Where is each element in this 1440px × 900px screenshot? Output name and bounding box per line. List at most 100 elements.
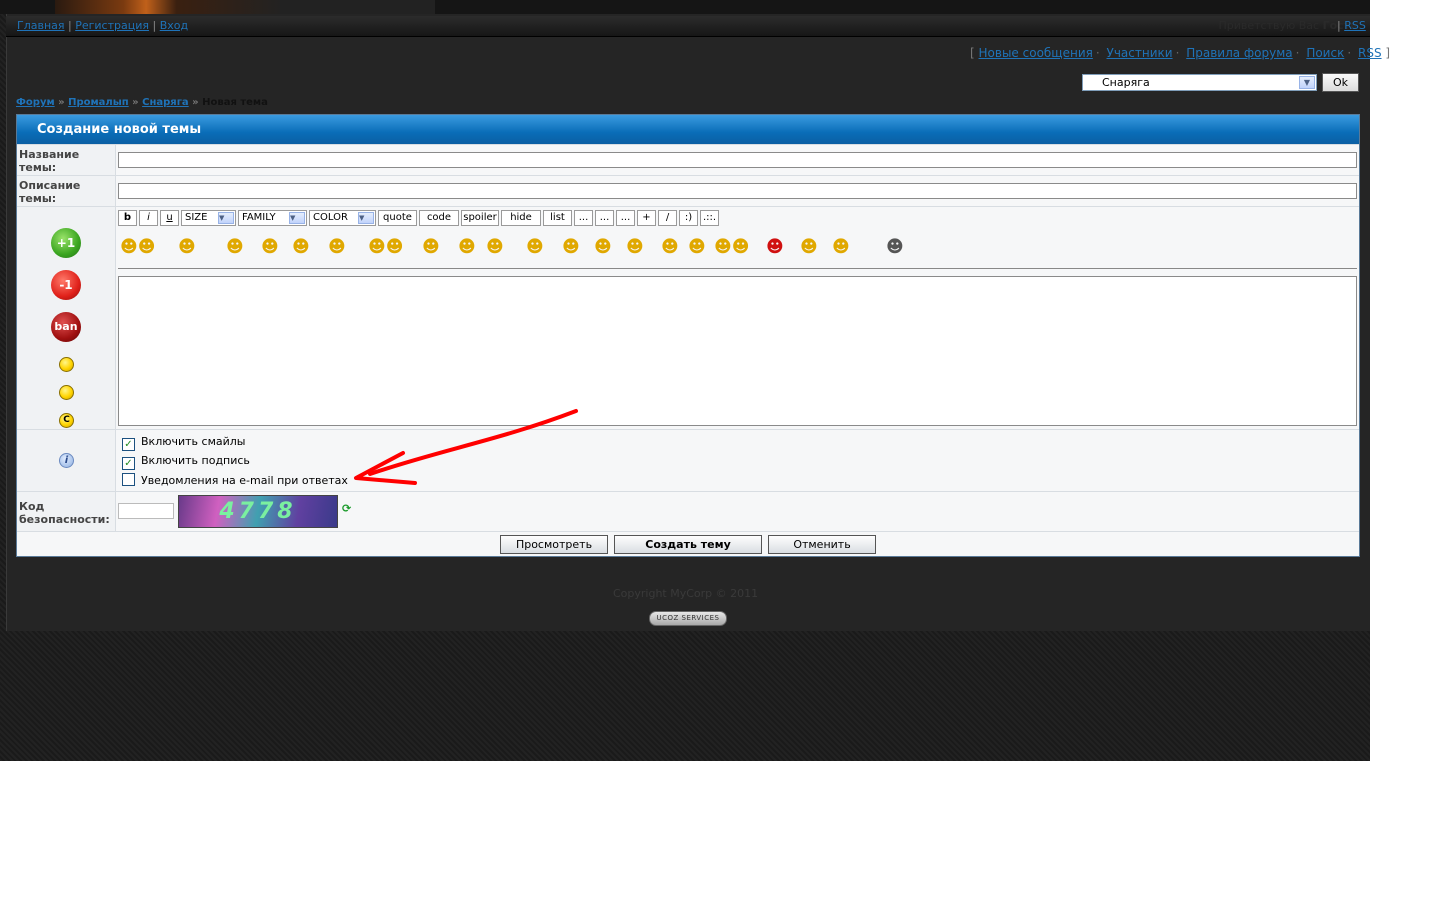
- preview-button[interactable]: Просмотреть: [500, 535, 608, 554]
- translit-button[interactable]: .::.: [700, 210, 719, 226]
- smiley-icon[interactable]: ☻: [226, 237, 244, 257]
- smiley-icon[interactable]: ☻: [328, 237, 346, 257]
- topic-name-row: Название темы:: [17, 144, 1359, 175]
- nav-rules[interactable]: Правила форума: [1186, 46, 1292, 60]
- option-smiles[interactable]: ✓ Включить смайлы: [122, 435, 245, 451]
- crumb-section[interactable]: Промалып: [68, 97, 129, 108]
- hide-button[interactable]: hide: [501, 210, 541, 226]
- info-icon: i: [59, 453, 74, 468]
- captcha-input[interactable]: [118, 503, 174, 519]
- smiley-icon[interactable]: ☻: [526, 237, 544, 257]
- options-side: i: [17, 430, 116, 491]
- color-select[interactable]: COLOR ▼: [309, 210, 376, 226]
- code-button[interactable]: code: [419, 210, 459, 226]
- new-topic-form: Создание новой темы Название темы: Описа…: [16, 114, 1360, 557]
- smile-icon[interactable]: [59, 357, 74, 372]
- smiley-icon[interactable]: ☻: [800, 237, 818, 257]
- top-rss: | RSS: [1337, 19, 1366, 32]
- option-signature[interactable]: ✓ Включить подпись: [122, 454, 250, 470]
- quote-button[interactable]: quote: [378, 210, 417, 226]
- option-email-notify-label: Уведомления на e-mail при ответах: [141, 474, 348, 487]
- email-button[interactable]: ...: [616, 210, 635, 226]
- smiley-icon[interactable]: ☻: [178, 237, 196, 257]
- message-row: +1 -1 ban C b i u SIZE ▼ FAMILY ▼ COLOR ▼ q…: [17, 206, 1359, 429]
- smiley-icon[interactable]: ☻: [626, 237, 644, 257]
- crumb-forum[interactable]: Форум: [16, 97, 55, 108]
- nav-members[interactable]: Участники: [1107, 46, 1173, 60]
- sos-smiley-icon[interactable]: ☻: [886, 237, 904, 257]
- nav-rss[interactable]: RSS: [1358, 46, 1382, 60]
- smiles-button[interactable]: :): [679, 210, 698, 226]
- crumb-subforum[interactable]: Снаряга: [142, 97, 189, 108]
- color-select-label: COLOR: [313, 212, 348, 223]
- ban-icon[interactable]: ban: [51, 312, 81, 342]
- forum-jump-value: Снаряга: [1102, 76, 1150, 89]
- editor-divider: [118, 268, 1357, 269]
- italic-button[interactable]: i: [139, 210, 158, 226]
- captcha-label: Код безопасности:: [17, 492, 116, 531]
- plus-button[interactable]: +: [637, 210, 656, 226]
- smiley-icon[interactable]: ☻☻: [368, 237, 403, 257]
- ucoz-badge[interactable]: UCOZ SERVICES: [649, 611, 727, 626]
- captcha-image: 4778: [178, 495, 338, 528]
- url-button[interactable]: ...: [574, 210, 593, 226]
- nav-search[interactable]: Поиск: [1306, 46, 1344, 60]
- smiley-icon[interactable]: ☻: [832, 237, 850, 257]
- smiley-icon[interactable]: ☻: [661, 237, 679, 257]
- bold-button[interactable]: b: [118, 210, 137, 226]
- link-register[interactable]: Регистрация: [75, 19, 149, 32]
- top-banner: [0, 0, 1370, 14]
- link-login[interactable]: Вход: [160, 19, 188, 32]
- forum-jump-select[interactable]: Снаряга ▼: [1082, 74, 1317, 91]
- chevron-down-icon: ▼: [1299, 76, 1315, 89]
- forum-nav: [ Новые сообщения · Участники · Правила фо…: [970, 46, 1391, 60]
- link-home[interactable]: Главная: [17, 19, 65, 32]
- topic-desc-row: Описание темы:: [17, 175, 1359, 206]
- smiley-icon[interactable]: ☻: [594, 237, 612, 257]
- smiley-icon[interactable]: ☻: [422, 237, 440, 257]
- minus-one-icon[interactable]: -1: [51, 270, 81, 300]
- option-smiles-label: Включить смайлы: [141, 435, 246, 448]
- signature-checkbox[interactable]: ✓: [122, 457, 135, 470]
- smiley-icon[interactable]: ☻: [458, 237, 476, 257]
- plus-one-icon[interactable]: +1: [51, 228, 81, 258]
- smile-icon[interactable]: [59, 385, 74, 400]
- smiley-icon[interactable]: ☻☻: [714, 237, 749, 257]
- nav-bracket-open: [: [970, 46, 975, 60]
- refresh-icon[interactable]: ⟳: [342, 502, 351, 515]
- nav-new-messages[interactable]: Новые сообщения: [979, 46, 1093, 60]
- smiley-icon[interactable]: ☻☻: [120, 237, 155, 257]
- image-button[interactable]: ...: [595, 210, 614, 226]
- create-topic-button[interactable]: Создать тему: [614, 535, 762, 554]
- page: Главная | Регистрация | Вход Приветствую…: [0, 0, 1440, 900]
- family-select-label: FAMILY: [242, 212, 276, 223]
- smiley-icon[interactable]: ☻: [486, 237, 504, 257]
- jump-ok-button[interactable]: Ok: [1322, 73, 1359, 92]
- email-notify-checkbox[interactable]: [122, 473, 135, 486]
- message-textarea[interactable]: [118, 276, 1357, 426]
- cancel-button[interactable]: Отменить: [768, 535, 876, 554]
- copyright-icon[interactable]: C: [59, 413, 74, 428]
- size-select-label: SIZE: [185, 212, 208, 223]
- top-rss-link[interactable]: RSS: [1344, 19, 1366, 32]
- size-select[interactable]: SIZE ▼: [181, 210, 236, 226]
- topic-desc-input[interactable]: [118, 183, 1357, 199]
- smiley-icon[interactable]: ☻: [261, 237, 279, 257]
- devil-smiley-icon[interactable]: ☻: [766, 237, 784, 257]
- smiley-icon[interactable]: ☻: [292, 237, 310, 257]
- option-email-notify[interactable]: Уведомления на e-mail при ответах: [122, 473, 348, 487]
- option-signature-label: Включить подпись: [141, 454, 250, 467]
- copyright: Copyright MyCorp © 2011: [613, 587, 759, 600]
- smiley-icon[interactable]: ☻: [562, 237, 580, 257]
- greeting-prefix: Приветствую Вас: [1218, 19, 1320, 32]
- spoiler-button[interactable]: spoiler: [461, 210, 499, 226]
- topic-name-input[interactable]: [118, 152, 1357, 168]
- slash-button[interactable]: /: [658, 210, 677, 226]
- editor: b i u SIZE ▼ FAMILY ▼ COLOR ▼ quote code sp…: [116, 207, 1359, 429]
- family-select[interactable]: FAMILY ▼: [238, 210, 307, 226]
- list-button[interactable]: list: [543, 210, 572, 226]
- smiley-icon[interactable]: ☻: [688, 237, 706, 257]
- underline-button[interactable]: u: [160, 210, 179, 226]
- options-row: i ✓ Включить смайлы ✓ Включить подпись Уве…: [17, 429, 1359, 491]
- smiles-checkbox[interactable]: ✓: [122, 438, 135, 451]
